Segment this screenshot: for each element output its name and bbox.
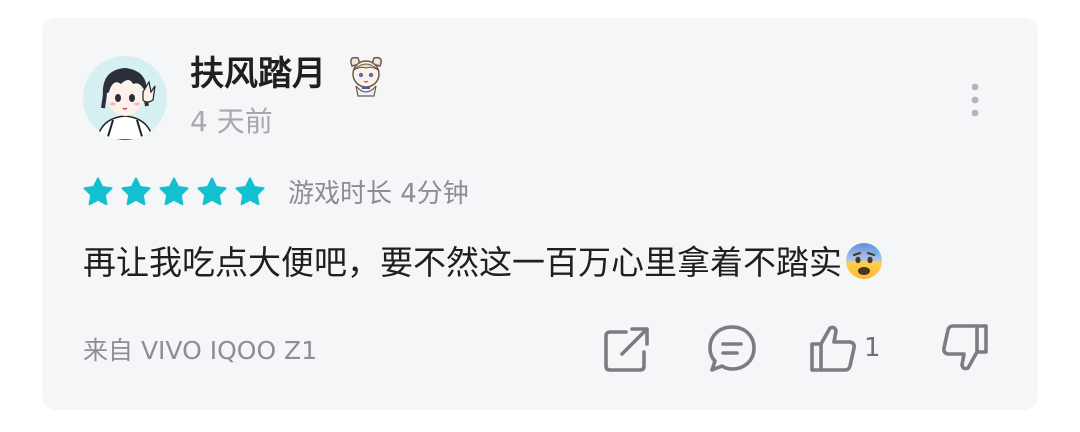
thumbs-up-icon	[810, 325, 856, 372]
star-icon	[83, 177, 113, 206]
star-icon	[159, 177, 189, 206]
star-icon	[197, 177, 227, 206]
anxious-face-with-sweat-emoji	[844, 241, 884, 281]
user-avatar[interactable]	[83, 56, 167, 140]
playtime-label: 游戏时长 4分钟	[288, 179, 469, 209]
share-button[interactable]	[600, 322, 654, 374]
like-count: 1	[864, 333, 881, 363]
thumbs-down-icon	[942, 324, 988, 371]
star-icon	[235, 177, 265, 206]
share-icon	[604, 327, 649, 372]
review-text: 再让我吃点大便吧，要不然这一百万心里拿着不踏实	[83, 240, 884, 286]
star-rating	[82, 176, 266, 212]
comment-button[interactable]	[704, 322, 760, 374]
post-time: 4 天前	[190, 105, 273, 138]
username[interactable]: 扶风踏月	[190, 52, 326, 96]
star-icon	[121, 177, 151, 206]
comment-icon	[708, 325, 756, 372]
like-button[interactable]: 1	[808, 322, 888, 374]
device-source: 来自 VIVO IQOO Z1	[83, 336, 318, 365]
dislike-button[interactable]	[934, 322, 990, 374]
review-text-body: 再让我吃点大便吧，要不然这一百万心里拿着不踏实	[83, 243, 842, 282]
character-badge-icon	[344, 52, 388, 98]
more-vertical-icon[interactable]	[958, 78, 992, 122]
